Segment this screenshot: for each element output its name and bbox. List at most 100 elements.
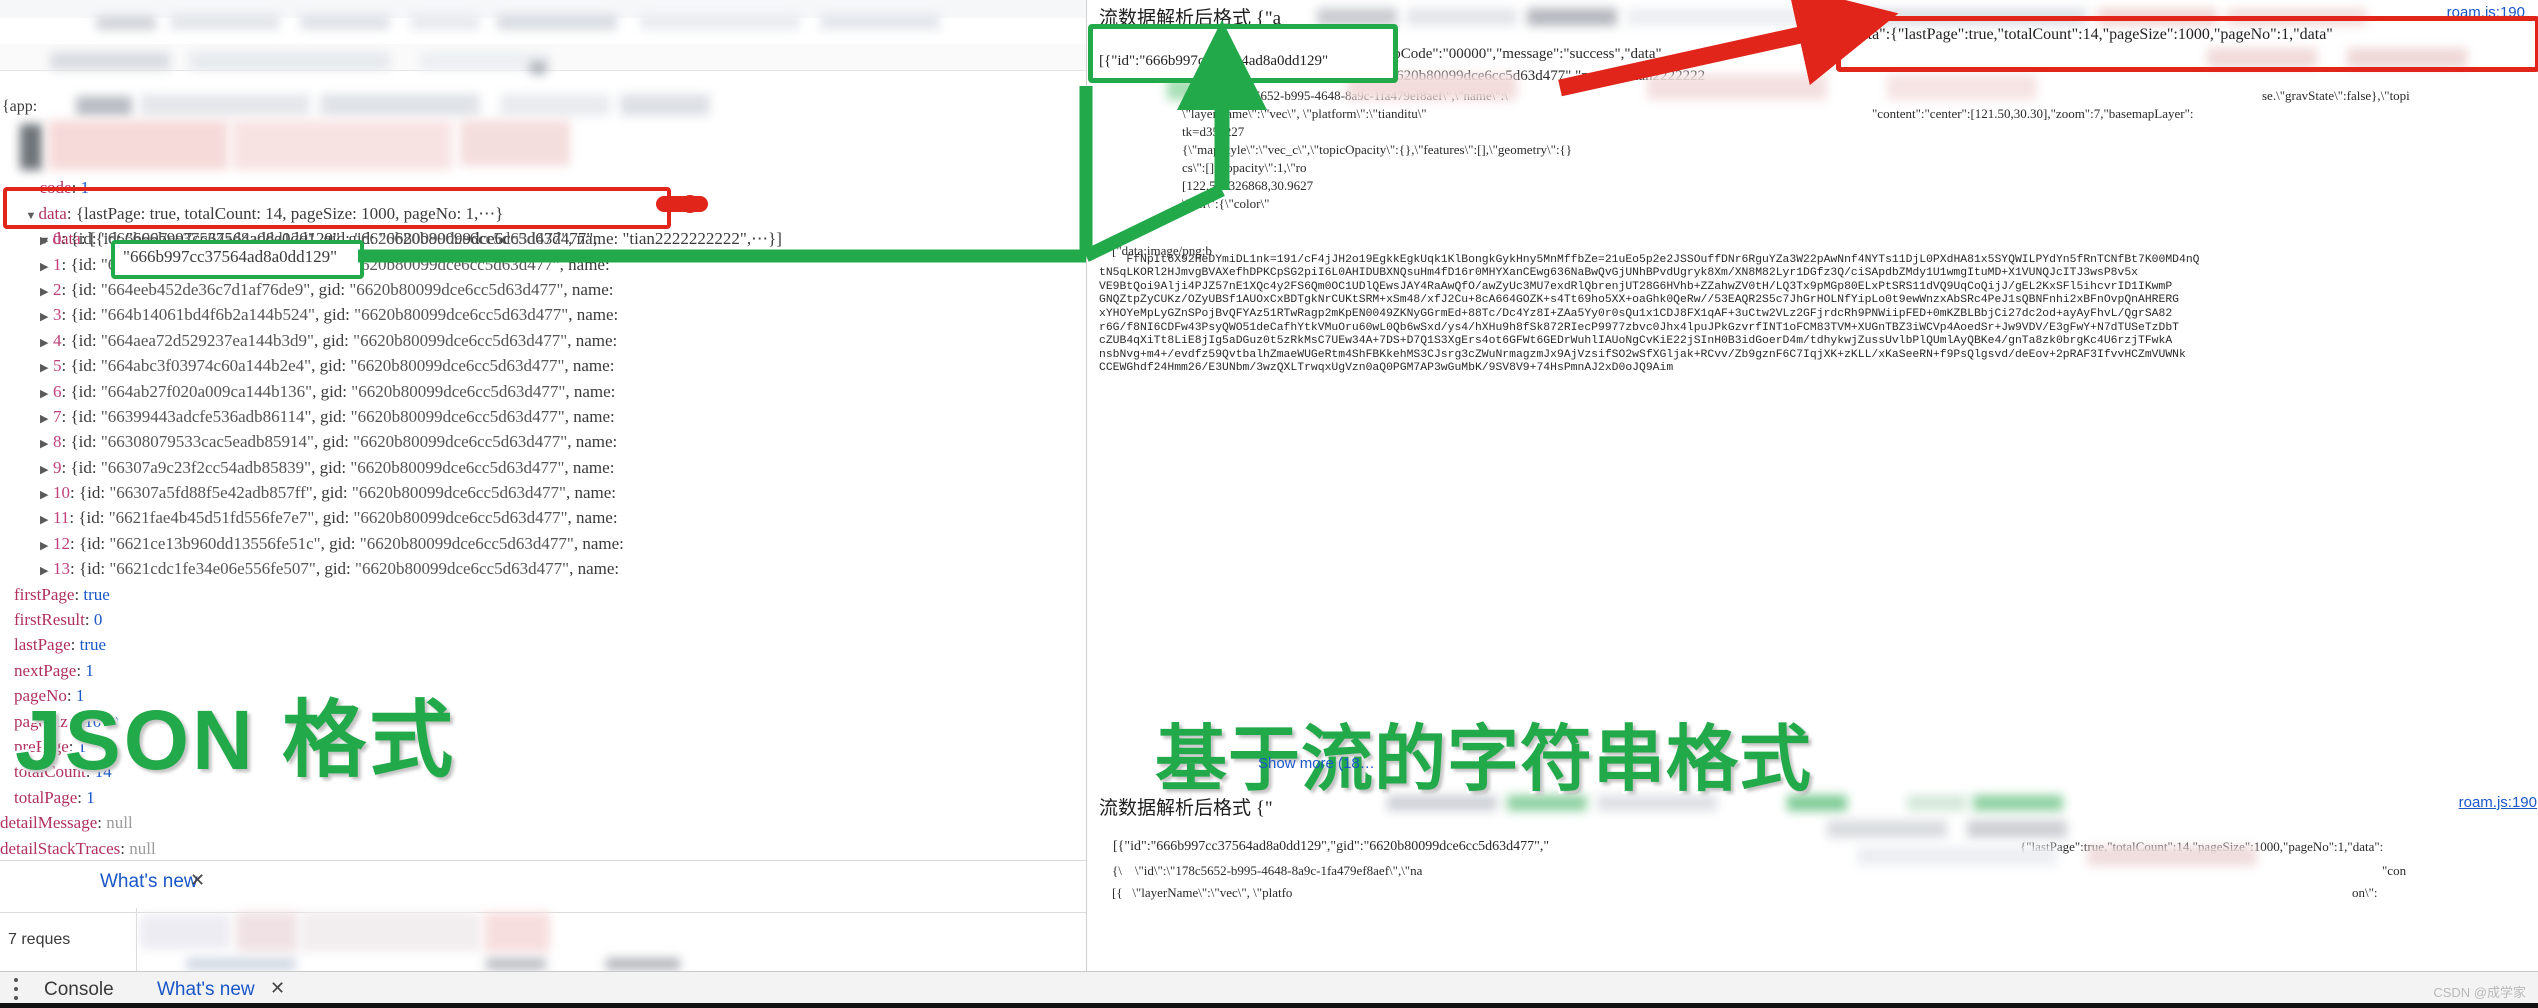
json-gid-value: "6620b80099dce6cc5d63d477" bbox=[353, 508, 568, 528]
green-highlight-box-left: "666b997cc37564ad8a0dd129" bbox=[111, 240, 364, 279]
redaction-block bbox=[820, 14, 940, 30]
json-gid-value: "6620b80099dce6cc5d63d477" bbox=[355, 559, 570, 579]
redaction-block bbox=[140, 915, 230, 949]
json-id-value: "664eeb452de36c7d1af76de9" bbox=[100, 279, 311, 299]
redaction-block bbox=[1907, 795, 1967, 811]
json-array-index: 4 bbox=[53, 330, 62, 350]
redaction-block bbox=[300, 14, 390, 30]
divider bbox=[136, 908, 137, 972]
json-id-value: "6621ce13b960dd13556fe51c" bbox=[109, 533, 321, 553]
console-line-g3-right3: on\": bbox=[2352, 885, 2378, 900]
table-row[interactable]: ▶ 7: {id: "66399443adcfe536adb86114", gid… bbox=[0, 404, 1086, 429]
redaction-block bbox=[2097, 8, 2217, 26]
show-more-link[interactable]: Show more (18… bbox=[1258, 755, 1375, 772]
json-array-index: 1 bbox=[53, 254, 62, 274]
redaction-block bbox=[170, 14, 280, 30]
devtools-left-panel: {app: code: 1 ▼ data: {lastPage: true, to… bbox=[0, 0, 1086, 1008]
redaction-block bbox=[236, 912, 298, 952]
redaction-block bbox=[497, 14, 617, 30]
redaction-block bbox=[2087, 846, 2257, 866]
json-gid-value: "6620b80099dce6cc5d63d477" bbox=[354, 229, 569, 249]
json-gid-value: "6620b80099dce6cc5d63d477" bbox=[351, 381, 566, 401]
console-line-g3-3: [{ \"layerName\":\"vec\", \"platfo bbox=[1112, 885, 1293, 900]
redaction-block bbox=[1973, 795, 2063, 811]
green-highlight-box-right: [{"id":"666b997cc37564ad8a0dd129" bbox=[1088, 24, 1398, 83]
redaction-block bbox=[186, 958, 296, 970]
redaction-block bbox=[1857, 846, 2057, 866]
json-array-index: 2 bbox=[53, 279, 62, 299]
table-row[interactable]: ▶ 3: {id: "664b14061bd4f6b2a144b524", gid… bbox=[0, 302, 1086, 327]
json-row-data-summary[interactable]: ▼ data: {lastPage: true, totalCount: 14, … bbox=[0, 175, 1086, 223]
json-id-value: "664aea72d529237ea144b3d9" bbox=[100, 330, 314, 350]
redaction-block bbox=[190, 52, 390, 70]
json-prop-row: firstResult: 0 bbox=[14, 610, 103, 630]
wordart-json-label: JSON 格式 bbox=[12, 691, 457, 790]
json-array-index: 3 bbox=[53, 305, 62, 325]
whats-new-tab-left[interactable]: What's new bbox=[100, 871, 198, 893]
table-row[interactable]: ▶ 10: {id: "66307a5fd88f5e42adb857ff", gi… bbox=[0, 480, 1086, 505]
tab-whats-new[interactable]: What's new bbox=[157, 979, 255, 1001]
redaction-block bbox=[1887, 74, 2037, 100]
json-array-index: 12 bbox=[53, 533, 70, 553]
close-icon[interactable]: ✕ bbox=[190, 870, 205, 891]
redaction-block bbox=[1527, 8, 1617, 26]
json-key: detailStackTraces bbox=[0, 838, 121, 858]
json-gid-value: "6620b80099dce6cc5d63d477" bbox=[349, 279, 564, 299]
redaction-block bbox=[1627, 8, 1837, 26]
redaction-block bbox=[76, 96, 132, 116]
json-array-index: 0 bbox=[53, 229, 62, 249]
json-gid-value: "6620b80099dce6cc5d63d477" bbox=[359, 533, 574, 553]
redaction-block bbox=[300, 912, 480, 952]
redaction-block bbox=[2227, 8, 2367, 26]
source-link[interactable]: roam.js:190 bbox=[2447, 4, 2525, 21]
table-row[interactable]: ▶ 11: {id: "6621fae4b45d51fd556fe7e7", gi… bbox=[0, 505, 1086, 530]
json-gid-value: "6620b80099dce6cc5d63d477" bbox=[354, 305, 569, 325]
json-gid-value: "6620b80099dce6cc5d63d477" bbox=[350, 406, 565, 426]
json-gid-value: "6620b80099dce6cc5d63d477" bbox=[350, 457, 565, 477]
source-link[interactable]: roam.js:190 bbox=[2459, 794, 2537, 811]
redaction-block bbox=[320, 94, 480, 116]
redaction-block bbox=[606, 958, 680, 970]
json-id-value: "664abc3f03974c60a144b2e4" bbox=[100, 356, 312, 376]
table-row[interactable]: ▶ 8: {id: "66308079533cac5eadb85914", gid… bbox=[0, 429, 1086, 454]
json-id-value: "664ab27f020a009ca144b136" bbox=[100, 381, 313, 401]
redaction-block bbox=[2347, 48, 2467, 68]
redaction-block bbox=[640, 14, 800, 30]
table-row[interactable]: ▶ 5: {id: "664abc3f03974c60a144b2e4", gid… bbox=[0, 353, 1086, 378]
table-row[interactable]: ▶ 9: {id: "66307a9c23f2cc54adb85839", gid… bbox=[0, 455, 1086, 480]
json-id-value: "66307a9c23f2cc54adb85839" bbox=[100, 457, 312, 477]
json-root-prop-row: detailMessage: null bbox=[0, 813, 133, 833]
json-value: null bbox=[106, 813, 133, 833]
redaction-block bbox=[486, 958, 546, 970]
json-gid-value: "6620b80099dce6cc5d63d477" bbox=[353, 330, 568, 350]
table-row[interactable]: ▶ 6: {id: "664ab27f020a009ca144b136", gid… bbox=[0, 379, 1086, 404]
json-key: firstPage bbox=[14, 584, 75, 604]
redaction-block bbox=[140, 94, 310, 116]
json-id-value: "6621fae4b45d51fd556fe7e7" bbox=[108, 508, 315, 528]
more-options-icon[interactable] bbox=[14, 978, 18, 1000]
redaction-block bbox=[484, 912, 550, 952]
json-id-value: "66308079533cac5eadb85914" bbox=[100, 432, 314, 452]
redaction-block bbox=[1827, 820, 1947, 838]
redaction-block bbox=[50, 52, 170, 70]
close-icon[interactable]: ✕ bbox=[270, 978, 285, 999]
console-base64-blob: FfNpIt6X92HeDYmiDL1nk=191/cF4jJH2o19Egkk… bbox=[1099, 253, 2200, 375]
json-array-index: 10 bbox=[53, 483, 70, 503]
json-value: 0 bbox=[93, 610, 103, 630]
json-value: null bbox=[129, 838, 156, 858]
left-whats-new-bar[interactable]: What's new ✕ bbox=[0, 860, 1086, 903]
redaction-block bbox=[1847, 8, 2087, 26]
json-row-data-array[interactable]: ▼ data: [{id: "666b997cc37564ad8a0dd129",… bbox=[0, 201, 1086, 248]
json-array-index: 8 bbox=[53, 432, 62, 452]
window-bottom-edge bbox=[0, 1003, 2538, 1008]
table-row[interactable]: ▶ 13: {id: "6621cdc1fe34e06e556fe507", gi… bbox=[0, 556, 1086, 581]
table-row[interactable]: ▶ 12: {id: "6621ce13b960dd13556fe51c", gi… bbox=[0, 531, 1086, 556]
json-id-value: "664b14061bd4f6b2a144b524" bbox=[100, 305, 315, 325]
redaction-block bbox=[1407, 8, 1517, 26]
table-row[interactable]: ▶ 4: {id: "664aea72d529237ea144b3d9", gid… bbox=[0, 328, 1086, 353]
table-row[interactable]: ▶ 2: {id: "664eeb452de36c7d1af76de9", gid… bbox=[0, 277, 1086, 302]
tab-console[interactable]: Console bbox=[44, 979, 114, 1001]
redaction-block bbox=[500, 94, 610, 116]
json-key: firstResult bbox=[14, 610, 85, 630]
json-array-rows: ▶ 0: {id: "666b997cc37564ad8a0dd129", gid… bbox=[0, 226, 1086, 581]
